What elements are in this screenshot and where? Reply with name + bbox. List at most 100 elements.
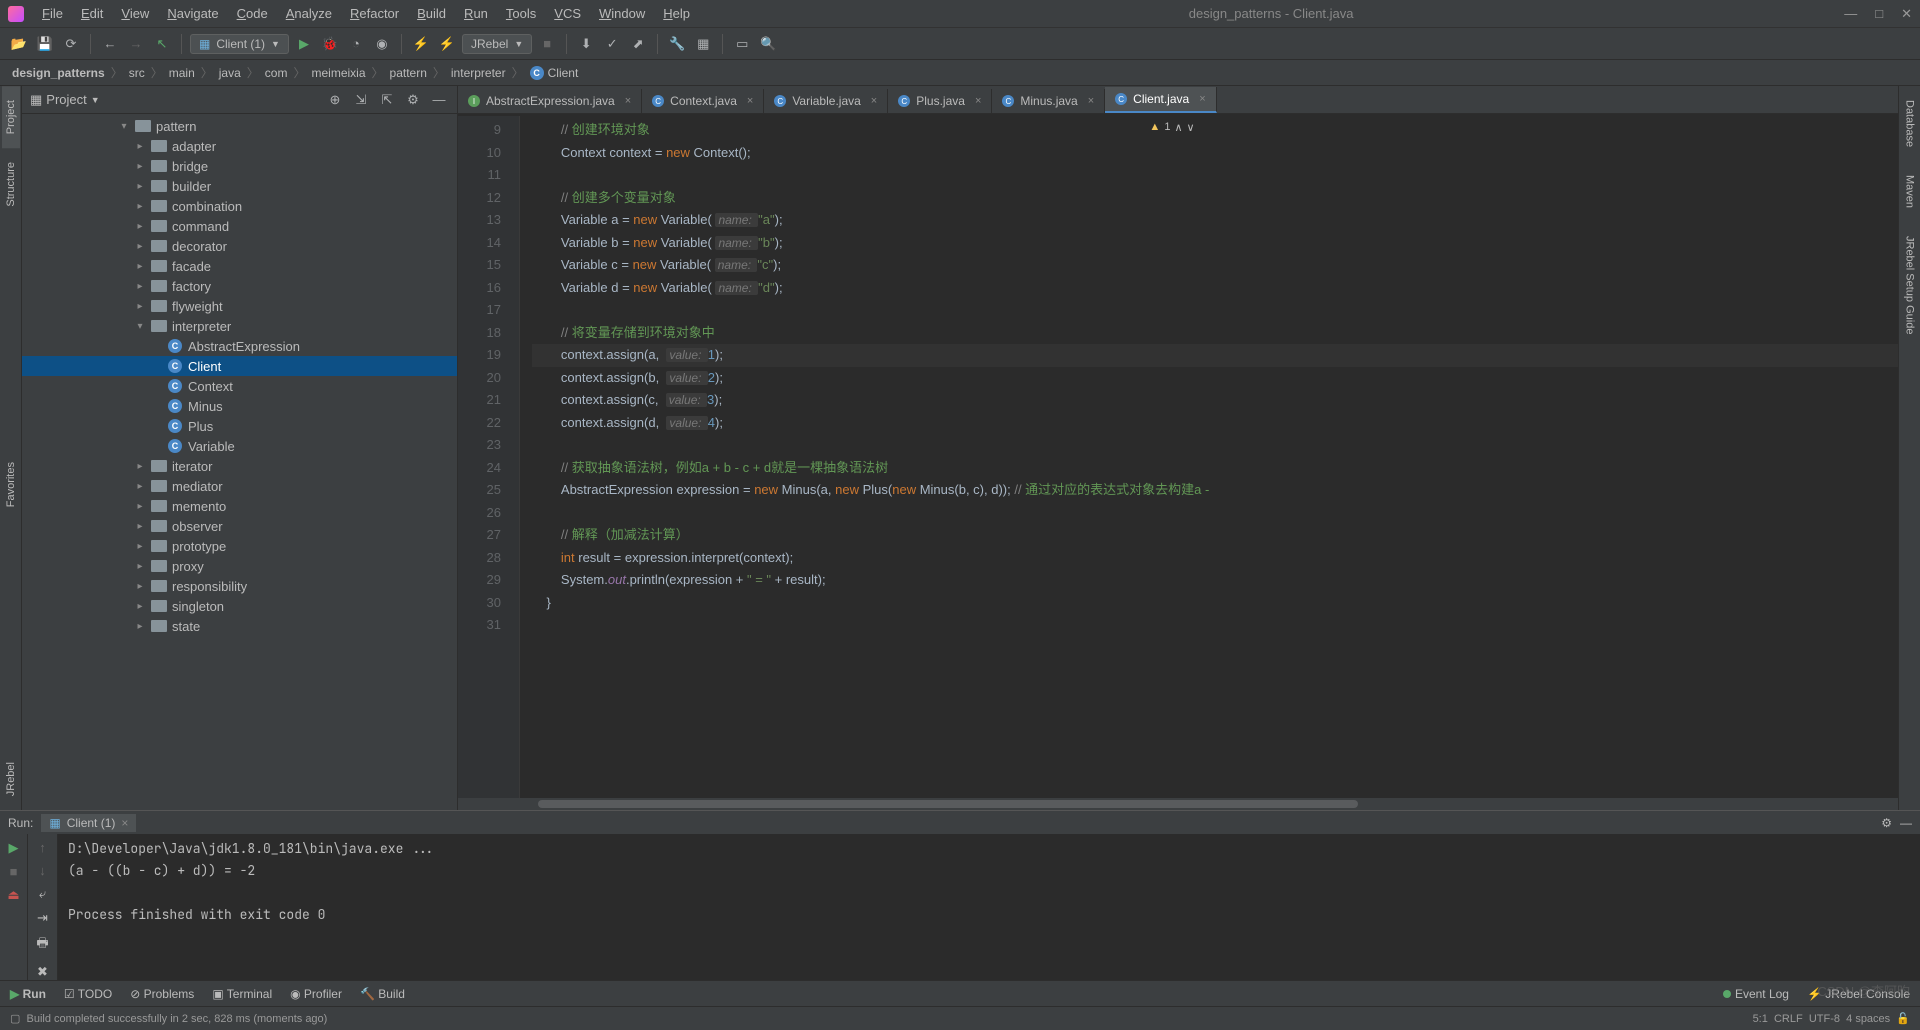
forward-icon[interactable]: → (125, 33, 147, 55)
editor-tab-client[interactable]: CClient.java× (1105, 87, 1216, 113)
menu-file[interactable]: File (34, 3, 71, 24)
bottom-tab-event-log[interactable]: Event Log (1723, 987, 1789, 1001)
breadcrumb-segment[interactable]: design_patterns (12, 66, 105, 80)
menu-tools[interactable]: Tools (498, 3, 544, 24)
editor-tab-minus[interactable]: CMinus.java× (992, 89, 1105, 113)
tree-node-plus[interactable]: CPlus (22, 416, 457, 436)
settings-icon[interactable]: 🔧 (666, 33, 688, 55)
run-tab[interactable]: ▦ Client (1) × (41, 814, 136, 832)
tree-node-command[interactable]: ▸command (22, 216, 457, 236)
breadcrumb-segment[interactable]: pattern (390, 66, 427, 80)
tree-node-mediator[interactable]: ▸mediator (22, 476, 457, 496)
nav-back-icon[interactable]: ↖ (151, 33, 173, 55)
save-all-icon[interactable]: 💾 (34, 33, 56, 55)
jrebel-debug-icon[interactable]: ⚡ (436, 33, 458, 55)
soft-wrap-icon[interactable]: ⤶ (39, 886, 46, 902)
file-encoding[interactable]: UTF-8 (1809, 1013, 1840, 1025)
horizontal-scrollbar[interactable] (458, 798, 1898, 810)
left-tab-project[interactable]: Project (2, 86, 20, 148)
line-separator[interactable]: CRLF (1774, 1013, 1803, 1025)
close-tab-icon[interactable]: × (975, 95, 981, 107)
editor-tab-plus[interactable]: CPlus.java× (888, 89, 992, 113)
breadcrumb-segment[interactable]: interpreter (451, 66, 506, 80)
close-tab-icon[interactable]: × (871, 95, 877, 107)
tree-node-adapter[interactable]: ▸adapter (22, 136, 457, 156)
avatar-icon[interactable]: ▭ (731, 33, 753, 55)
hide-panel-icon[interactable]: — (429, 90, 449, 110)
panel-settings-icon[interactable]: ⚙ (403, 90, 423, 110)
tree-node-pattern[interactable]: ▾pattern (22, 116, 457, 136)
editor-tab-abstractexpression[interactable]: IAbstractExpression.java× (458, 89, 642, 113)
close-tab-icon[interactable]: × (747, 95, 753, 107)
breadcrumb-segment[interactable]: com (265, 66, 288, 80)
print-icon[interactable]: 🖶 (36, 934, 48, 956)
run-settings-icon[interactable]: ⚙ (1881, 816, 1892, 830)
tree-node-proxy[interactable]: ▸proxy (22, 556, 457, 576)
menu-view[interactable]: View (113, 3, 157, 24)
tree-node-variable[interactable]: CVariable (22, 436, 457, 456)
select-open-file-icon[interactable]: ⊕ (325, 90, 345, 110)
hide-run-icon[interactable]: — (1900, 816, 1912, 830)
tree-node-flyweight[interactable]: ▸flyweight (22, 296, 457, 316)
right-tab-maven[interactable]: Maven (1901, 161, 1919, 222)
tree-node-combination[interactable]: ▸combination (22, 196, 457, 216)
editor-body[interactable]: 9101112131415161718192021222324252627282… (458, 116, 1898, 798)
tree-node-client[interactable]: CClient (22, 356, 457, 376)
indent-setting[interactable]: 4 spaces (1846, 1013, 1890, 1025)
profile-icon[interactable]: ◉ (371, 33, 393, 55)
status-toggle-icon[interactable]: ▢ (10, 1012, 20, 1025)
collapse-all-icon[interactable]: ⇱ (377, 90, 397, 110)
run-config-dropdown[interactable]: ▦ Client (1) ▼ (190, 34, 289, 54)
up-stack-icon[interactable]: ↑ (39, 840, 46, 855)
exit-icon[interactable]: ⏏ (7, 887, 19, 903)
editor-tab-context[interactable]: CContext.java× (642, 89, 764, 113)
coverage-icon[interactable]: ◔ (345, 33, 367, 55)
scroll-end-icon[interactable]: ⇥ (37, 910, 48, 926)
stop-icon[interactable]: ■ (536, 33, 558, 55)
tree-node-prototype[interactable]: ▸prototype (22, 536, 457, 556)
menu-window[interactable]: Window (591, 3, 653, 24)
bottom-tab-profiler[interactable]: ◉ Profiler (290, 987, 342, 1001)
tree-node-responsibility[interactable]: ▸responsibility (22, 576, 457, 596)
menu-vcs[interactable]: VCS (546, 3, 589, 24)
menu-navigate[interactable]: Navigate (159, 3, 226, 24)
code-area[interactable]: // 创建环境对象 Context context = new Context(… (520, 116, 1898, 798)
menu-analyze[interactable]: Analyze (278, 3, 340, 24)
next-highlight-icon[interactable]: ∨ (1187, 121, 1195, 134)
maximize-icon[interactable]: □ (1875, 6, 1883, 22)
back-icon[interactable]: ← (99, 33, 121, 55)
right-tab-database[interactable]: Database (1901, 86, 1919, 161)
inspection-widget[interactable]: ▲ 1 ∧ ∨ (452, 116, 1892, 138)
menu-code[interactable]: Code (229, 3, 276, 24)
rerun-icon[interactable]: ▶ (9, 840, 19, 856)
menu-build[interactable]: Build (409, 3, 454, 24)
close-tab-icon[interactable]: × (625, 95, 631, 107)
left-tab-jrebel[interactable]: JRebel (2, 748, 20, 810)
menu-run[interactable]: Run (456, 3, 496, 24)
minimize-icon[interactable]: — (1844, 6, 1857, 22)
run-icon[interactable]: ▶ (293, 33, 315, 55)
tree-node-facade[interactable]: ▸facade (22, 256, 457, 276)
vcs-push-icon[interactable]: ⬈ (627, 33, 649, 55)
console-output[interactable]: D:\Developer\Java\jdk1.8.0_181\bin\java.… (58, 834, 1920, 980)
stop-run-icon[interactable]: ■ (10, 864, 18, 879)
close-tab-icon[interactable]: × (1088, 95, 1094, 107)
tree-node-state[interactable]: ▸state (22, 616, 457, 636)
close-tab-icon[interactable]: × (1199, 93, 1205, 105)
left-tab-favorites[interactable]: Favorites (2, 448, 20, 521)
breadcrumb-segment[interactable]: Client (548, 66, 579, 80)
tree-node-bridge[interactable]: ▸bridge (22, 156, 457, 176)
tree-node-abstractexpression[interactable]: CAbstractExpression (22, 336, 457, 356)
tree-node-memento[interactable]: ▸memento (22, 496, 457, 516)
bottom-tab-todo[interactable]: ☑ TODO (64, 987, 112, 1001)
editor-tab-variable[interactable]: CVariable.java× (764, 89, 888, 113)
debug-icon[interactable]: 🐞 (319, 33, 341, 55)
tree-node-iterator[interactable]: ▸iterator (22, 456, 457, 476)
sync-icon[interactable]: ⟳ (60, 33, 82, 55)
tree-node-decorator[interactable]: ▸decorator (22, 236, 457, 256)
close-icon[interactable]: ✕ (1901, 6, 1912, 22)
bottom-tab-terminal[interactable]: ▣ Terminal (212, 987, 272, 1001)
tree-node-observer[interactable]: ▸observer (22, 516, 457, 536)
breadcrumb-segment[interactable]: java (219, 66, 241, 80)
bottom-tab-problems[interactable]: ⊘ Problems (130, 987, 194, 1001)
